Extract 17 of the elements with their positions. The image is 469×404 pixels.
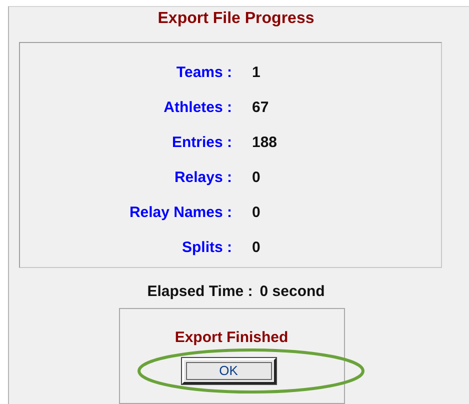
elapsed-label: Elapsed Time : bbox=[147, 282, 253, 300]
stat-value: 1 bbox=[252, 63, 262, 82]
stat-value: 67 bbox=[252, 98, 270, 117]
stat-value: 188 bbox=[252, 133, 278, 152]
elapsed-value: 0 second bbox=[260, 282, 325, 300]
dialog-title: Export File Progress bbox=[158, 10, 314, 28]
ok-button[interactable]: OK bbox=[182, 358, 276, 384]
status-message: Export Finished bbox=[174, 328, 288, 346]
stat-label: Relays : bbox=[173, 168, 232, 187]
stat-label: Athletes : bbox=[162, 98, 232, 117]
stat-value: 0 bbox=[252, 168, 262, 187]
stat-value: 0 bbox=[252, 203, 262, 222]
stat-label: Relay Names : bbox=[128, 203, 232, 222]
stat-label: Splits : bbox=[180, 238, 232, 257]
stat-value: 0 bbox=[252, 238, 262, 257]
stat-label: Teams : bbox=[175, 63, 232, 82]
stat-label: Entries : bbox=[170, 133, 232, 152]
